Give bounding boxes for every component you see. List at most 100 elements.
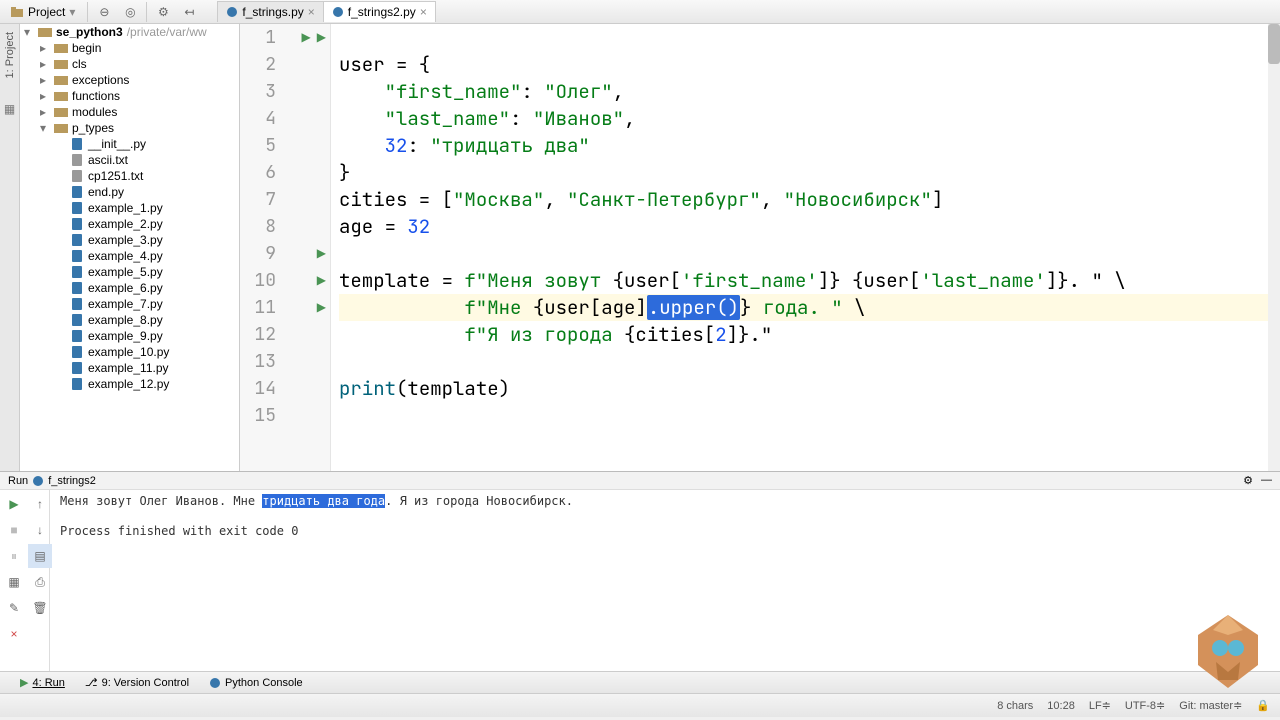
bottom-tab-run[interactable]: ▶4: Run <box>20 676 65 689</box>
run-marker <box>282 105 330 132</box>
tree-folder[interactable]: ▸exceptions <box>40 72 239 88</box>
python-icon <box>226 6 238 18</box>
tree-file[interactable]: example_3.py <box>56 232 239 248</box>
tree-file[interactable]: example_11.py <box>56 360 239 376</box>
tree-folder-ptypes[interactable]: ▾p_types <box>40 120 239 136</box>
folder-icon <box>38 25 52 39</box>
run-title-prefix: Run <box>8 475 28 487</box>
project-dropdown[interactable]: Project ▾ <box>4 3 81 21</box>
run-marker <box>282 348 330 375</box>
close-icon[interactable]: × <box>420 5 427 19</box>
code-area[interactable]: user = { "first_name": "Олег", "last_nam… <box>331 24 1280 471</box>
status-bar: 8 chars 10:28 LF≑ UTF-8≑ Git: master≑ 🔒 <box>0 693 1280 717</box>
run-marker <box>282 375 330 402</box>
trash-icon[interactable]: 🗑 <box>28 596 52 620</box>
run-marker <box>282 132 330 159</box>
close-icon[interactable]: × <box>308 5 315 19</box>
print-icon[interactable]: ⎙ <box>28 570 52 594</box>
structure-icon[interactable]: ▦ <box>4 102 15 116</box>
code-editor[interactable]: 123456789101112131415 ▶▶▶▶▶ user = { "fi… <box>240 24 1280 471</box>
run-marker <box>282 321 330 348</box>
lock-icon[interactable]: 🔒 <box>1256 699 1270 712</box>
tree-folder[interactable]: ▸modules <box>40 104 239 120</box>
run-markers: ▶▶▶▶▶ <box>282 24 330 471</box>
tab-fstrings2[interactable]: f_strings2.py × <box>323 1 436 22</box>
stop-icon[interactable]: ■ <box>2 518 26 542</box>
run-marker[interactable]: ▶ <box>282 267 330 294</box>
run-marker[interactable]: ▶ <box>282 294 330 321</box>
python-icon <box>32 475 44 487</box>
bottom-tab-vcs[interactable]: ⎇9: Version Control <box>85 676 189 689</box>
tree-file[interactable]: example_9.py <box>56 328 239 344</box>
tree-file[interactable]: example_7.py <box>56 296 239 312</box>
tree-file[interactable]: example_4.py <box>56 248 239 264</box>
up-icon[interactable]: ↑ <box>28 492 52 516</box>
down-icon[interactable]: ↓ <box>28 518 52 542</box>
tree-folder[interactable]: ▸begin <box>40 40 239 56</box>
run-panel: Run f_strings2 ⚙ — ▶ ↑ ■ ↓ ⏸ ▤ ▦ ⎙ ✎ 🗑 ×… <box>0 471 1280 671</box>
python-icon <box>209 677 221 689</box>
main-toolbar: Project ▾ ⊖ ◎ ⚙ ↤ f_strings.py × f_strin… <box>0 0 1280 24</box>
tree-file[interactable]: example_1.py <box>56 200 239 216</box>
run-marker <box>282 186 330 213</box>
root-path: /private/var/ww <box>127 25 207 39</box>
rerun-icon[interactable]: ▶ <box>2 492 26 516</box>
project-label: Project <box>28 5 65 19</box>
tree-file[interactable]: ascii.txt <box>56 152 239 168</box>
tree-folder[interactable]: ▸cls <box>40 56 239 72</box>
tree-file[interactable]: example_5.py <box>56 264 239 280</box>
console-output[interactable]: Меня зовут Олег Иванов. Мне тридцать два… <box>50 490 1280 671</box>
bottom-tab-pyconsole[interactable]: Python Console <box>209 677 303 689</box>
main-area: 1: Project ▦ ▾ se_python3 /private/var/w… <box>0 24 1280 471</box>
grid1-icon[interactable]: ▦ <box>2 570 26 594</box>
tree-file[interactable]: example_2.py <box>56 216 239 232</box>
layout-icon[interactable]: ▤ <box>28 544 52 568</box>
run-marker[interactable]: ▶▶ <box>282 24 330 51</box>
tree-file[interactable]: __init__.py <box>56 136 239 152</box>
editor-tabs: f_strings.py × f_strings2.py × <box>217 1 434 22</box>
bottom-tab-bar: ▶4: Run ⎇9: Version Control Python Conso… <box>0 671 1280 693</box>
tree-file[interactable]: example_12.py <box>56 376 239 392</box>
tab-label: f_strings2.py <box>348 5 416 19</box>
status-lf[interactable]: LF≑ <box>1089 699 1111 712</box>
status-chars: 8 chars <box>997 700 1033 712</box>
status-time: 10:28 <box>1047 700 1075 712</box>
run-marker <box>282 159 330 186</box>
line-numbers: 123456789101112131415 <box>240 24 282 471</box>
python-icon <box>332 6 344 18</box>
tree-file[interactable]: end.py <box>56 184 239 200</box>
tree-file[interactable]: cp1251.txt <box>56 168 239 184</box>
status-encoding[interactable]: UTF-8≑ <box>1125 699 1165 712</box>
run-marker <box>282 213 330 240</box>
run-title: f_strings2 <box>48 475 96 487</box>
root-name: se_python3 <box>56 25 123 39</box>
tree-file[interactable]: example_10.py <box>56 344 239 360</box>
run-body: ▶ ↑ ■ ↓ ⏸ ▤ ▦ ⎙ ✎ 🗑 × Меня зовут Олег Ив… <box>0 490 1280 671</box>
separator <box>146 2 147 22</box>
status-git[interactable]: Git: master≑ <box>1179 699 1242 712</box>
side-tab-project[interactable]: 1: Project <box>2 28 18 82</box>
editor-scrollbar[interactable] <box>1268 24 1280 471</box>
gear-icon[interactable]: ⚙ <box>153 2 173 22</box>
chevron-down-icon: ▾ <box>24 25 38 39</box>
wand-icon[interactable]: ✎ <box>2 596 26 620</box>
chevron-down-icon: ▾ <box>69 5 75 19</box>
tab-label: f_strings.py <box>242 5 303 19</box>
side-tab-strip: 1: Project ▦ <box>0 24 20 471</box>
run-marker <box>282 402 330 429</box>
gutter: 123456789101112131415 ▶▶▶▶▶ <box>240 24 331 471</box>
hide-icon[interactable]: ↤ <box>179 2 199 22</box>
tree-file[interactable]: example_6.py <box>56 280 239 296</box>
folder-icon <box>10 5 24 19</box>
close-icon[interactable]: × <box>2 622 26 646</box>
tree-file[interactable]: example_8.py <box>56 312 239 328</box>
tab-fstrings[interactable]: f_strings.py × <box>217 1 323 22</box>
collapse-icon[interactable]: ⊖ <box>94 2 114 22</box>
pause-icon[interactable]: ⏸ <box>2 544 26 568</box>
run-marker[interactable]: ▶ <box>282 240 330 267</box>
run-marker <box>282 51 330 78</box>
tree-folder[interactable]: ▸functions <box>40 88 239 104</box>
tree-root[interactable]: ▾ se_python3 /private/var/ww <box>24 24 239 40</box>
target-icon[interactable]: ◎ <box>120 2 140 22</box>
project-tree: ▾ se_python3 /private/var/ww ▸begin▸cls▸… <box>20 24 240 471</box>
